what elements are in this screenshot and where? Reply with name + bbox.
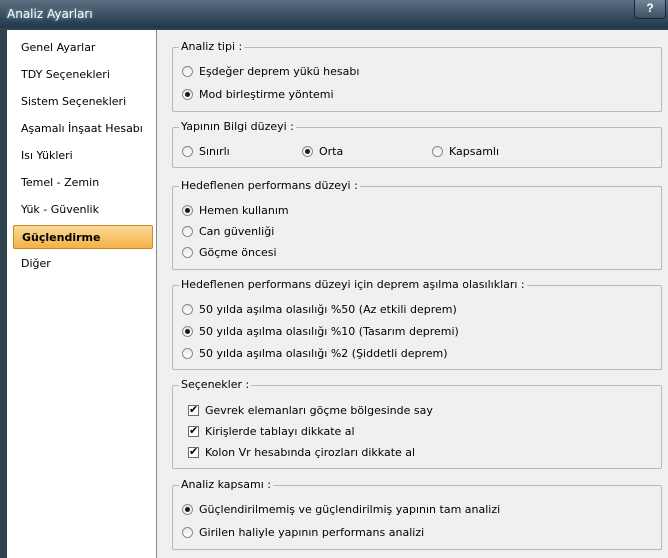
radio-asilma-50[interactable]: 50 yılda aşılma olasılığı %50 (Az etkili…	[182, 303, 457, 316]
sidebar-item-guclendirme[interactable]: Güçlendirme	[13, 225, 153, 249]
help-button[interactable]: ?	[634, 0, 666, 19]
checkbox[interactable]	[188, 424, 199, 437]
checkbox[interactable]	[188, 403, 199, 416]
title-bar: Analiz Ayarları ?	[0, 0, 668, 28]
sidebar-item-yuk-guvenlik[interactable]: Yük - Güvenlik	[13, 198, 153, 222]
settings-panel: Analiz tipi : Eşdeğer deprem yükü hesabı…	[157, 30, 668, 558]
option-label: Hemen kullanım	[199, 204, 289, 217]
radio-hemen-kullanim[interactable]: Hemen kullanım	[182, 204, 289, 217]
analiz-tipi-group: Analiz tipi : Eşdeğer deprem yükü hesabı…	[172, 40, 662, 112]
option-label: 50 yılda aşılma olasılığı %2 (Şiddetli d…	[199, 347, 448, 360]
option-label: Kirişlerde tablayı dikkate al	[205, 425, 355, 438]
radio-asilma-10[interactable]: 50 yılda aşılma olasılığı %10 (Tasarım d…	[182, 325, 459, 338]
group-legend: Hedeflenen performans düzeyi :	[179, 179, 360, 192]
sidebar-item-sistem-secenekleri[interactable]: Sistem Seçenekleri	[13, 90, 153, 114]
secenekler-group: Seçenekler : Gevrek elemanları göçme böl…	[172, 378, 662, 469]
radio-button[interactable]	[182, 146, 193, 157]
radio-button[interactable]	[182, 326, 193, 337]
radio-button[interactable]	[432, 146, 443, 157]
option-label: Orta	[319, 145, 344, 158]
analiz-kapsami-group: Analiz kapsamı : Güçlendirilmemiş ve güç…	[172, 478, 662, 550]
checkbox-kolon-vr[interactable]: Kolon Vr hesabında çirozları dikkate al	[188, 445, 416, 459]
option-label: Eşdeğer deprem yükü hesabı	[199, 65, 360, 78]
radio-button[interactable]	[302, 146, 313, 157]
radio-asilma-2[interactable]: 50 yılda aşılma olasılığı %2 (Şiddetli d…	[182, 347, 448, 360]
radio-kapsamli[interactable]: Kapsamlı	[432, 145, 499, 158]
radio-gocme-oncesi[interactable]: Göçme öncesi	[182, 246, 277, 259]
option-label: 50 yılda aşılma olasılığı %10 (Tasarım d…	[199, 325, 459, 338]
radio-button[interactable]	[182, 304, 193, 315]
bilgi-duzeyi-group: Yapının Bilgi düzeyi : Sınırlı Orta Kaps…	[172, 120, 662, 168]
window-title: Analiz Ayarları	[7, 7, 93, 21]
group-legend: Hedeflenen performans düzeyi için deprem…	[179, 278, 527, 291]
option-label: Güçlendirilmemiş ve güçlendirilmiş yapın…	[199, 503, 501, 516]
checkbox-gevrek-elemanlar[interactable]: Gevrek elemanları göçme bölgesinde say	[188, 403, 433, 417]
radio-mod-birlestirme[interactable]: Mod birleştirme yöntemi	[182, 88, 334, 101]
sidebar: Genel Ayarlar TDY Seçenekleri Sistem Seç…	[7, 30, 157, 558]
option-label: 50 yılda aşılma olasılığı %50 (Az etkili…	[199, 303, 457, 316]
sidebar-item-genel-ayarlar[interactable]: Genel Ayarlar	[13, 36, 153, 60]
radio-tam-analiz[interactable]: Güçlendirilmemiş ve güçlendirilmiş yapın…	[182, 503, 500, 516]
radio-button[interactable]	[182, 205, 193, 216]
checkbox-kirislerde-tabla[interactable]: Kirişlerde tablayı dikkate al	[188, 424, 355, 438]
option-label: Girilen haliyle yapının performans anali…	[199, 526, 425, 539]
option-label: Can güvenliği	[199, 225, 275, 238]
checkbox[interactable]	[188, 445, 199, 458]
option-label: Göçme öncesi	[199, 246, 277, 259]
group-legend: Analiz tipi :	[179, 40, 245, 53]
radio-can-guvenligi[interactable]: Can güvenliği	[182, 225, 274, 238]
option-label: Mod birleştirme yöntemi	[199, 88, 334, 101]
radio-performans-analizi[interactable]: Girilen haliyle yapının performans anali…	[182, 526, 424, 539]
radio-button[interactable]	[182, 348, 193, 359]
radio-button[interactable]	[182, 89, 193, 100]
option-label: Kolon Vr hesabında çirozları dikkate al	[205, 446, 416, 459]
group-legend: Seçenekler :	[179, 378, 252, 391]
option-label: Kapsamlı	[449, 145, 500, 158]
sidebar-item-tdy-secenekleri[interactable]: TDY Seçenekleri	[13, 63, 153, 87]
radio-button[interactable]	[182, 527, 193, 538]
group-legend: Analiz kapsamı :	[179, 478, 273, 491]
sidebar-item-asamali-insaat[interactable]: Aşamalı İnşaat Hesabı	[13, 117, 153, 141]
sidebar-item-isi-yukleri[interactable]: Isı Yükleri	[13, 144, 153, 168]
radio-button[interactable]	[182, 66, 193, 77]
radio-esdeger-deprem[interactable]: Eşdeğer deprem yükü hesabı	[182, 65, 359, 78]
group-legend: Yapının Bilgi düzeyi :	[179, 120, 296, 133]
radio-sinirli[interactable]: Sınırlı	[182, 145, 230, 158]
radio-button[interactable]	[182, 504, 193, 515]
option-label: Gevrek elemanları göçme bölgesinde say	[205, 404, 433, 417]
radio-button[interactable]	[182, 247, 193, 258]
radio-orta[interactable]: Orta	[302, 145, 343, 158]
asilma-olasiliklari-group: Hedeflenen performans düzeyi için deprem…	[172, 278, 662, 370]
performans-duzeyi-group: Hedeflenen performans düzeyi : Hemen kul…	[172, 179, 662, 270]
sidebar-item-diger[interactable]: Diğer	[13, 252, 153, 276]
sidebar-item-temel-zemin[interactable]: Temel - Zemin	[13, 171, 153, 195]
radio-button[interactable]	[182, 226, 193, 237]
option-label: Sınırlı	[199, 145, 230, 158]
